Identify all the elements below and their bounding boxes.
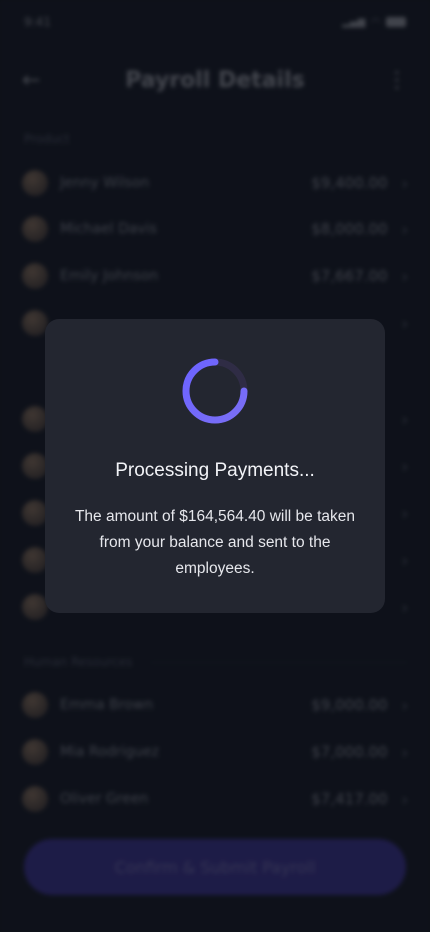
loading-spinner-icon xyxy=(182,358,248,424)
modal-message: The amount of $164,564.40 will be taken … xyxy=(74,508,356,577)
modal-title: Processing Payments... xyxy=(115,460,315,481)
processing-payments-modal: Processing Payments... The amount of $16… xyxy=(45,319,385,613)
